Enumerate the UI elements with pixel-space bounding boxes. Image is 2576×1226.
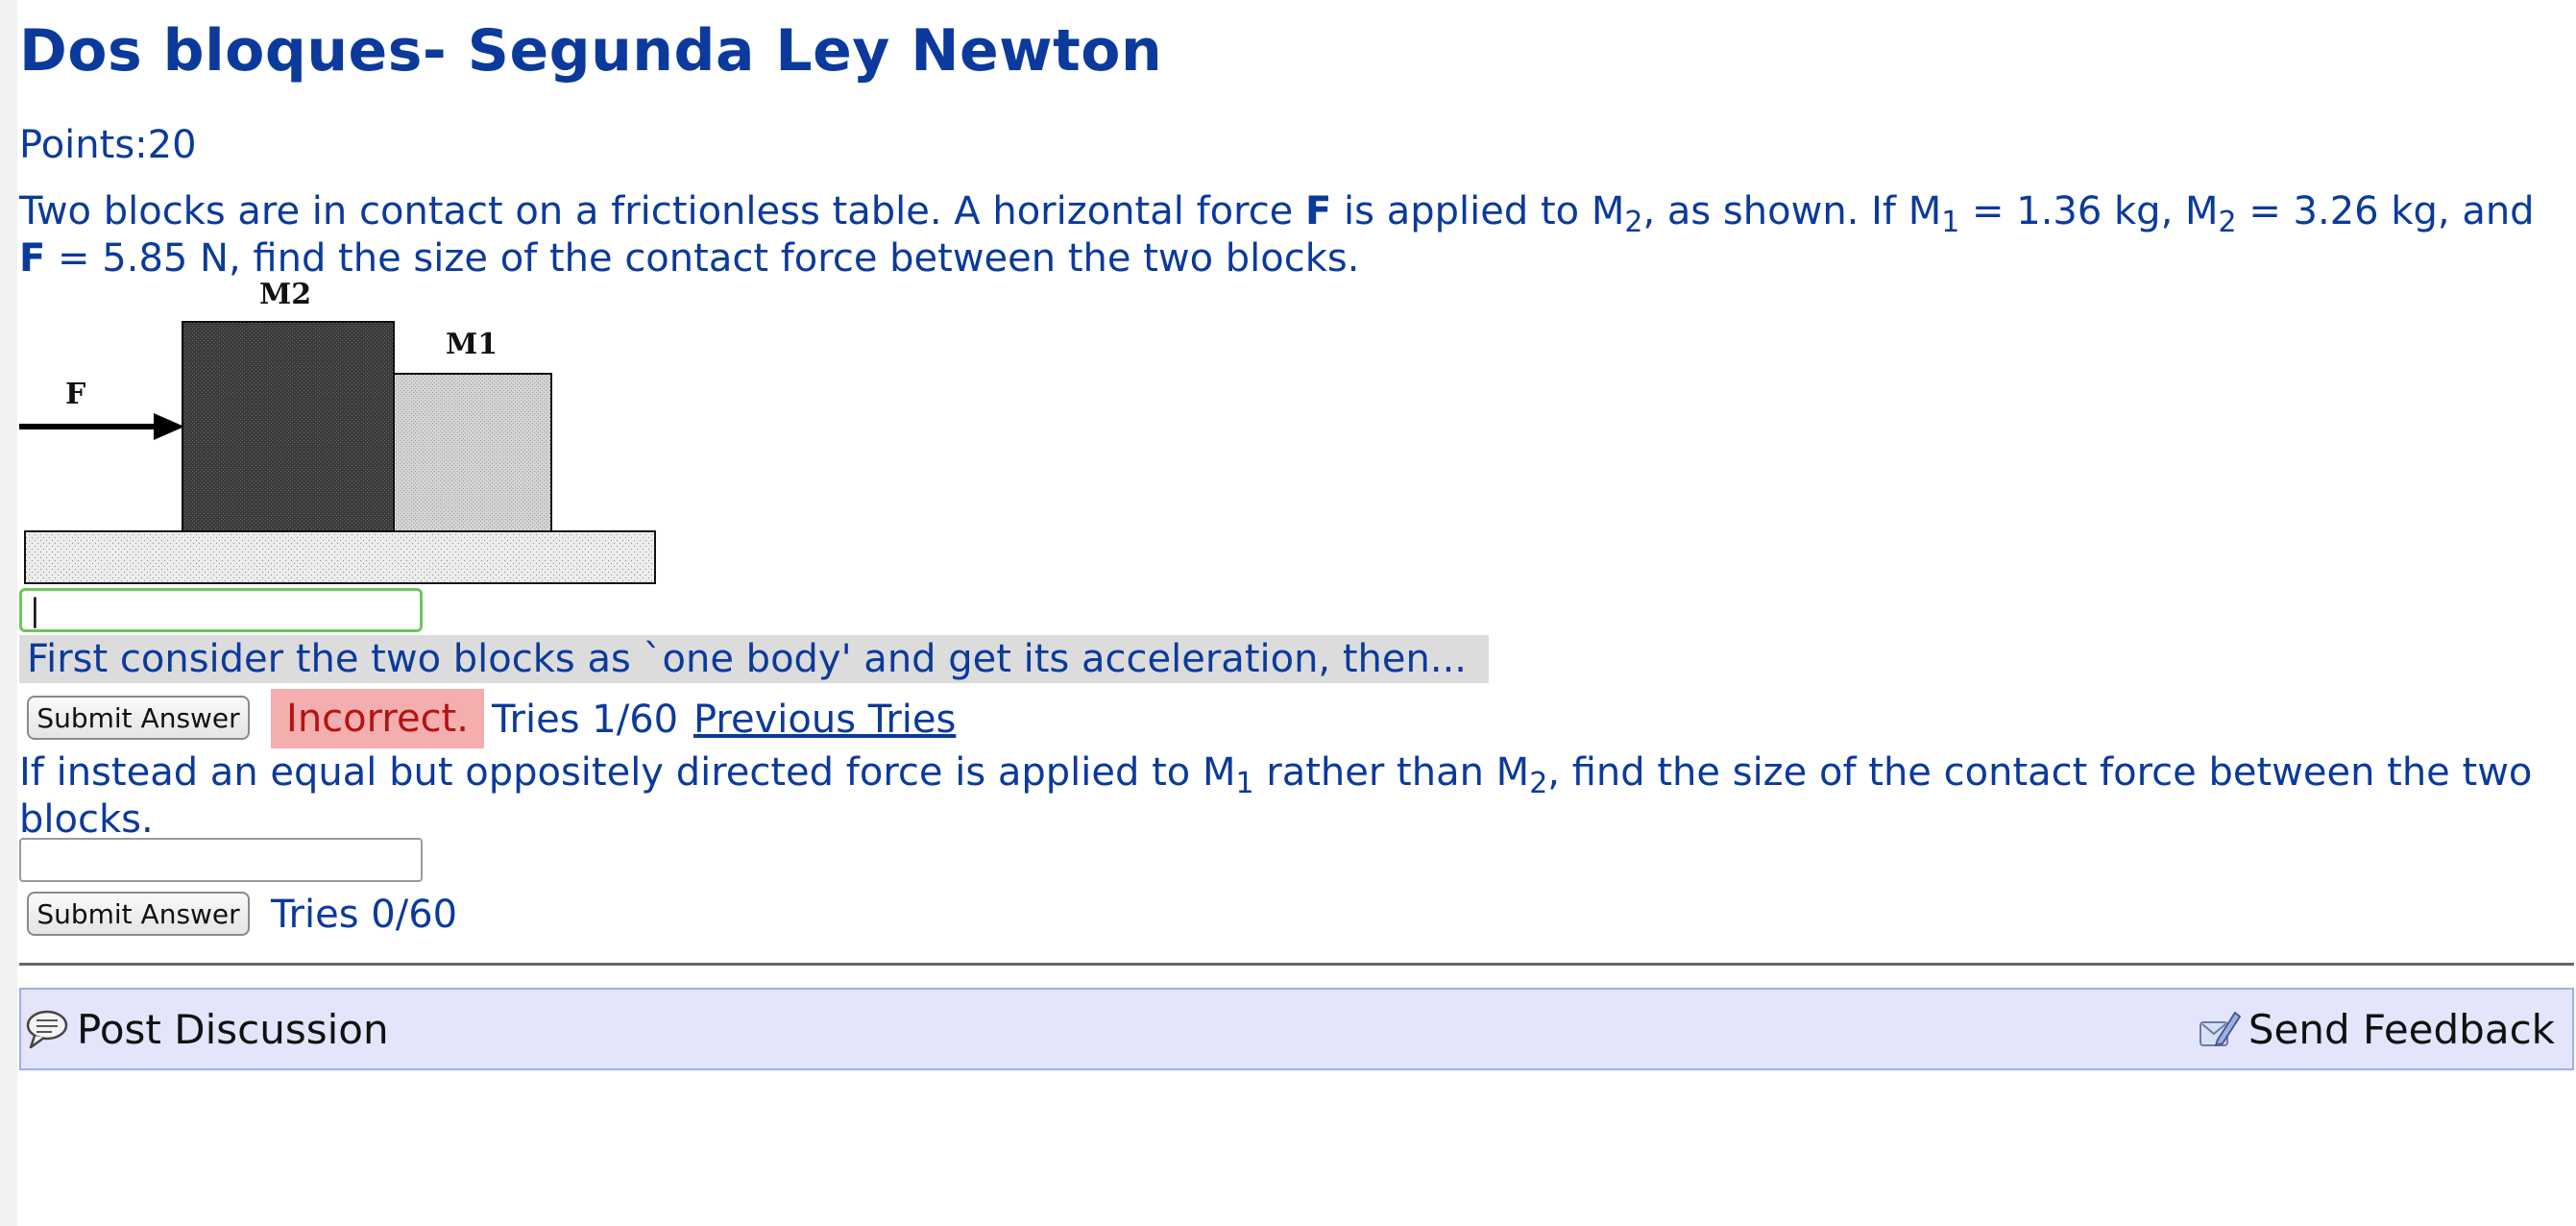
hint-message: First consider the two blocks as `one bo…: [19, 635, 1489, 683]
tries-counter-2: Tries 0/60: [271, 893, 458, 937]
feedback-pencil-icon: [2199, 1012, 2241, 1046]
page-title: Dos bloques- Segunda Ley Newton: [19, 17, 1163, 85]
divider: [19, 963, 2574, 966]
block-m1: [393, 373, 552, 532]
part2-question: If instead an equal but oppositely direc…: [19, 750, 2533, 842]
post-discussion-link[interactable]: Post Discussion: [25, 990, 389, 1068]
left-margin: [0, 0, 17, 1226]
discussion-bar: Post Discussion Send Feedback: [19, 988, 2574, 1070]
submit-answer-button-2[interactable]: Submit Answer: [27, 892, 250, 936]
submit-answer-button-1[interactable]: Submit Answer: [27, 696, 250, 740]
force-arrow-head: [154, 413, 184, 440]
speech-bubble-icon: [26, 1010, 68, 1049]
answer-input-1[interactable]: [19, 588, 423, 632]
previous-tries-link[interactable]: Previous Tries: [693, 694, 956, 746]
force-label: F: [65, 378, 85, 411]
send-feedback-link[interactable]: Send Feedback: [2193, 990, 2555, 1068]
two-blocks-figure: F M2 M1: [19, 278, 656, 584]
table-surface: [24, 530, 656, 584]
block-m2-label: M2: [259, 278, 311, 311]
tries-counter-1: Tries 1/60: [492, 698, 679, 742]
block-m2: [182, 321, 395, 532]
send-feedback-label: Send Feedback: [2248, 1005, 2555, 1053]
incorrect-badge: Incorrect.: [271, 689, 484, 748]
points-label: Points:20: [19, 123, 197, 167]
block-m1-label: M1: [446, 328, 498, 361]
post-discussion-label: Post Discussion: [77, 1005, 389, 1053]
problem-statement: Two blocks are in contact on a frictionl…: [19, 189, 2535, 281]
answer-input-2[interactable]: [19, 838, 423, 882]
